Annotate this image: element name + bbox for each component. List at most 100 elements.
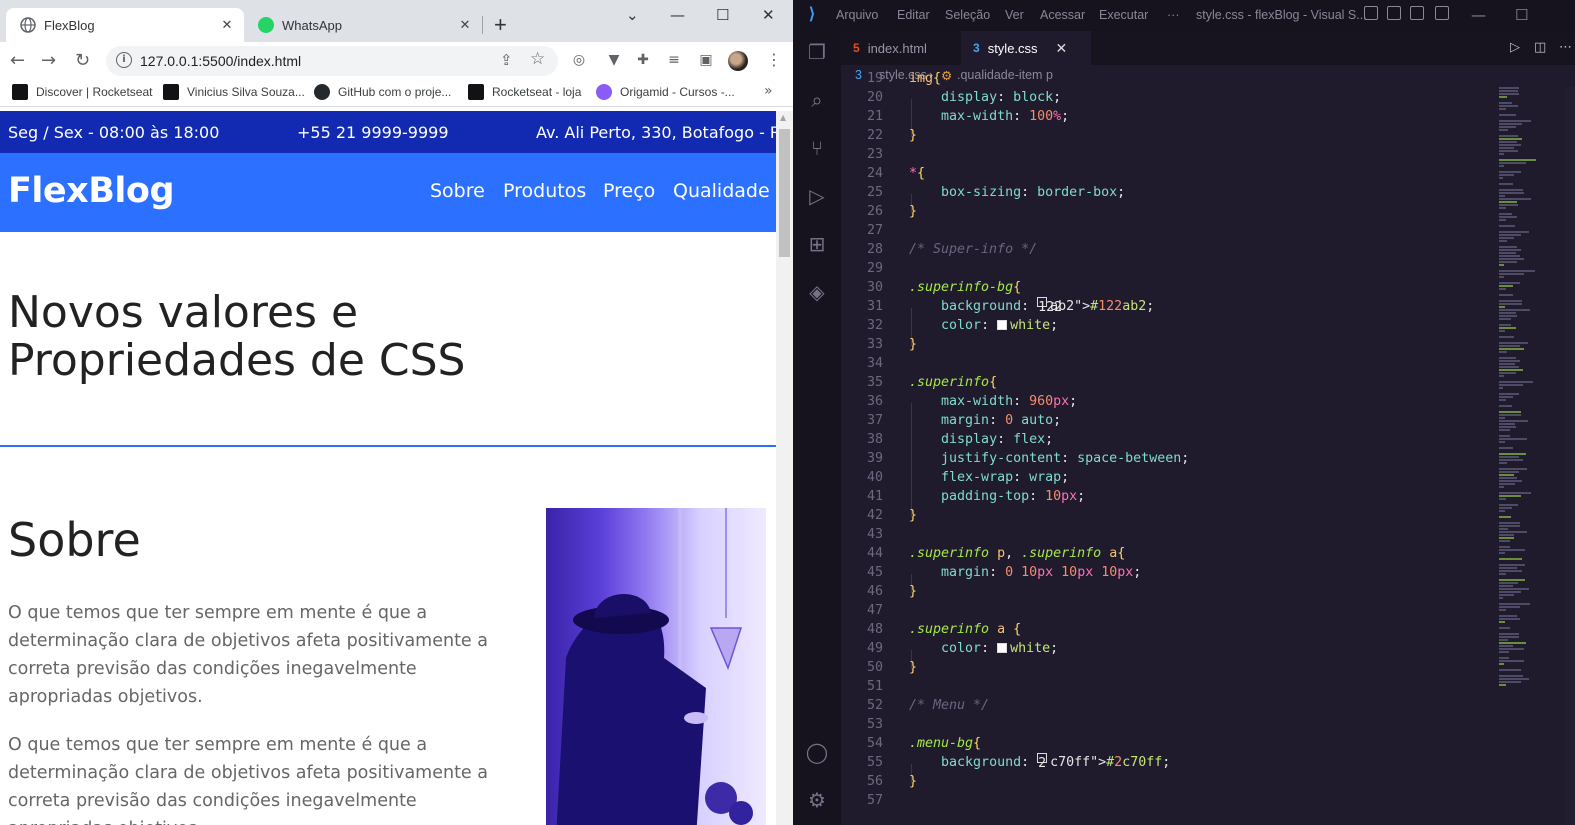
code-line[interactable]: 39 justify-content: space-between; bbox=[841, 449, 1491, 468]
code-line[interactable]: 52 /* Menu */ bbox=[841, 696, 1491, 715]
profile-avatar[interactable] bbox=[728, 51, 748, 71]
menu-editar[interactable]: Editar bbox=[897, 8, 930, 22]
menu-ver[interactable]: Ver bbox=[1005, 8, 1024, 22]
scrollbar-thumb[interactable] bbox=[779, 129, 790, 257]
code-line[interactable]: 22} bbox=[841, 126, 1491, 145]
close-tab-icon[interactable]: ✕ bbox=[456, 17, 474, 33]
code-line[interactable]: 41 padding-top: 10px; bbox=[841, 487, 1491, 506]
code-line[interactable]: 24 *{ bbox=[841, 164, 1491, 183]
more-actions-icon[interactable]: ⋯ bbox=[1559, 40, 1572, 55]
menu-more[interactable]: ··· bbox=[1167, 8, 1180, 22]
extension-icon[interactable]: ◎ bbox=[571, 52, 587, 68]
menu-item-qualidade[interactable]: Qualidade bbox=[673, 180, 770, 202]
close-tab-icon[interactable]: ✕ bbox=[218, 17, 236, 33]
menu-arquivo[interactable]: Arquivo bbox=[836, 8, 878, 22]
site-logo[interactable]: FlexBlog bbox=[8, 171, 175, 211]
code-line[interactable]: 29 bbox=[841, 259, 1491, 278]
tab-search-icon[interactable]: ⌄ bbox=[626, 6, 639, 24]
minimap[interactable] bbox=[1491, 87, 1565, 825]
code-line[interactable]: 27 bbox=[841, 221, 1491, 240]
menu-acessar[interactable]: Acessar bbox=[1040, 8, 1085, 22]
tab-whatsapp[interactable]: WhatsApp ✕ bbox=[244, 8, 482, 42]
code-line[interactable]: 43 bbox=[841, 525, 1491, 544]
toggle-sidebar-icon[interactable] bbox=[1364, 6, 1378, 20]
share-icon[interactable]: ⇪ bbox=[500, 51, 513, 69]
tab-index-html[interactable]: 5 index.html bbox=[841, 31, 955, 65]
superinfo-phone[interactable]: +55 21 9999-9999 bbox=[297, 123, 449, 142]
code-line[interactable]: 23 bbox=[841, 145, 1491, 164]
customize-layout-icon[interactable] bbox=[1435, 6, 1449, 20]
toggle-secondary-sidebar-icon[interactable] bbox=[1410, 6, 1424, 20]
code-line[interactable]: 48 .superinfo a { bbox=[841, 620, 1491, 639]
editor-scrollbar[interactable] bbox=[1565, 87, 1575, 825]
split-editor-icon[interactable]: ◫ bbox=[1534, 40, 1546, 55]
close-tab-icon[interactable]: ✕ bbox=[1056, 40, 1068, 57]
back-icon[interactable]: ← bbox=[10, 50, 25, 71]
bookmark-item[interactable]: Origamid - Cursos -... bbox=[596, 84, 735, 100]
menu-item-sobre[interactable]: Sobre bbox=[430, 180, 485, 202]
code-line[interactable]: 21 max-width: 100%; bbox=[841, 107, 1491, 126]
code-line[interactable]: 32 color: white; bbox=[841, 316, 1491, 335]
code-line[interactable]: 44 .superinfo p, .superinfo a{ bbox=[841, 544, 1491, 563]
code-line[interactable]: 30 .superinfo-bg{ bbox=[841, 278, 1491, 297]
page-scrollbar[interactable]: ▲ bbox=[776, 111, 793, 825]
code-line[interactable]: 25 box-sizing: border-box; bbox=[841, 183, 1491, 202]
settings-gear-icon[interactable]: ⚙ bbox=[805, 788, 829, 812]
bookmark-item[interactable]: Discover | Rocketseat bbox=[12, 84, 153, 100]
scroll-up-icon[interactable]: ▲ bbox=[780, 113, 786, 122]
code-line[interactable]: 54 .menu-bg{ bbox=[841, 734, 1491, 753]
minimize-icon[interactable]: — bbox=[670, 6, 685, 24]
menu-selecao[interactable]: Seleção bbox=[945, 8, 990, 22]
code-line[interactable]: 42} bbox=[841, 506, 1491, 525]
maximize-icon[interactable]: ☐ bbox=[716, 6, 729, 24]
code-line[interactable]: 20 display: block; bbox=[841, 88, 1491, 107]
bookmark-item[interactable]: Rocketseat - loja bbox=[468, 84, 581, 100]
code-line[interactable]: 57 bbox=[841, 791, 1491, 810]
run-debug-icon[interactable]: ▷ bbox=[805, 184, 829, 208]
code-line[interactable]: 28 /* Super-info */ bbox=[841, 240, 1491, 259]
code-line[interactable]: 19 img{ bbox=[841, 69, 1491, 88]
search-icon[interactable]: ⌕ bbox=[805, 88, 829, 112]
menu-executar[interactable]: Executar bbox=[1099, 8, 1148, 22]
minimize-icon[interactable]: — bbox=[1471, 6, 1486, 24]
code-editor[interactable]: 19 img{20 display: block; 21 max-width: 10… bbox=[841, 71, 1491, 825]
code-line[interactable]: 34 bbox=[841, 354, 1491, 373]
menu-kebab-icon[interactable]: ⋮ bbox=[766, 50, 782, 69]
docker-icon[interactable]: ◈ bbox=[805, 280, 829, 304]
code-line[interactable]: 40 flex-wrap: wrap; bbox=[841, 468, 1491, 487]
explorer-icon[interactable]: ❐ bbox=[805, 40, 829, 64]
address-bar[interactable]: i 127.0.0.1:5500/index.html ⇪ ☆ bbox=[106, 46, 558, 76]
tab-style-css[interactable]: 3 style.css ✕ bbox=[961, 31, 1091, 65]
vue-devtools-icon[interactable]: ▼ bbox=[606, 52, 622, 68]
code-line[interactable]: 51 bbox=[841, 677, 1491, 696]
tab-flexblog[interactable]: FlexBlog ✕ bbox=[6, 8, 244, 42]
account-icon[interactable]: ◯ bbox=[805, 740, 829, 764]
code-line[interactable]: 49 color: white; bbox=[841, 639, 1491, 658]
code-line[interactable]: 45 margin: 0 10px 10px 10px; bbox=[841, 563, 1491, 582]
menu-item-preco[interactable]: Preço bbox=[603, 180, 655, 202]
code-line[interactable]: 35 .superinfo{ bbox=[841, 373, 1491, 392]
maximize-icon[interactable]: ☐ bbox=[1515, 6, 1528, 24]
url-text[interactable]: 127.0.0.1:5500/index.html bbox=[140, 53, 301, 69]
toggle-panel-icon[interactable] bbox=[1387, 6, 1401, 20]
new-tab-icon[interactable]: + bbox=[494, 12, 507, 38]
code-line[interactable]: 55 background: 2 c70ff">#2c70ff; bbox=[841, 753, 1491, 772]
code-line[interactable]: 46} bbox=[841, 582, 1491, 601]
code-line[interactable]: 47 bbox=[841, 601, 1491, 620]
code-line[interactable]: 56} bbox=[841, 772, 1491, 791]
code-line[interactable]: 37 margin: 0 auto; bbox=[841, 411, 1491, 430]
close-window-icon[interactable]: ✕ bbox=[762, 6, 775, 24]
code-line[interactable]: 36 max-width: 960px; bbox=[841, 392, 1491, 411]
extensions-puzzle-icon[interactable]: ✚ bbox=[635, 52, 651, 68]
code-line[interactable]: 50} bbox=[841, 658, 1491, 677]
bookmark-star-icon[interactable]: ☆ bbox=[530, 49, 545, 69]
run-file-icon[interactable]: ▷ bbox=[1510, 40, 1520, 55]
reload-icon[interactable]: ↻ bbox=[75, 50, 90, 71]
bookmark-item[interactable]: Vinicius Silva Souza... bbox=[163, 84, 305, 100]
code-line[interactable]: 33} bbox=[841, 335, 1491, 354]
media-control-icon[interactable]: ≡ bbox=[666, 52, 682, 68]
bookmark-item[interactable]: GitHub com o proje... bbox=[314, 84, 451, 100]
extensions-icon[interactable]: ⊞ bbox=[805, 232, 829, 256]
menu-item-produtos[interactable]: Produtos bbox=[503, 180, 586, 202]
extension-icon[interactable]: ▣ bbox=[698, 52, 714, 68]
